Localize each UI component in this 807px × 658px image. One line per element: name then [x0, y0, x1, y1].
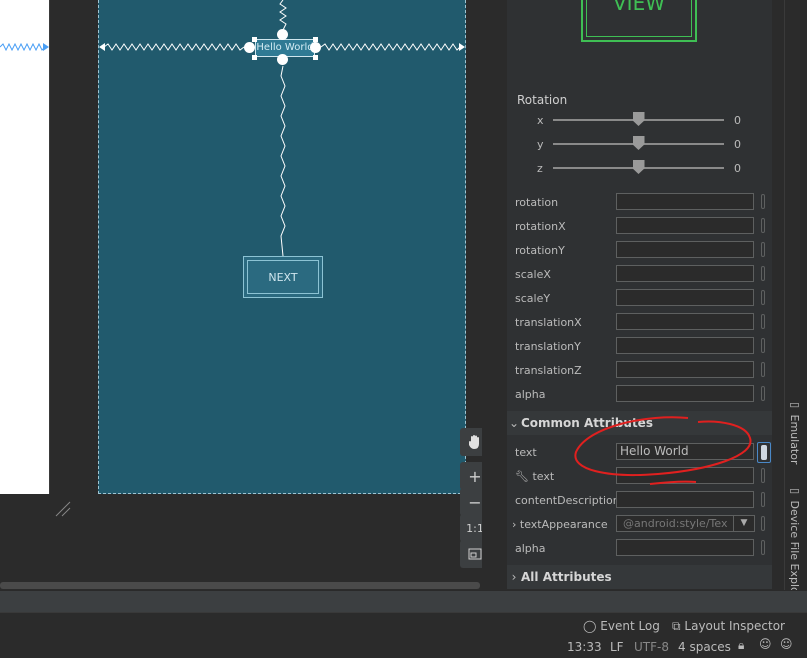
- prop-label-alpha: alpha: [515, 388, 546, 401]
- prop-label-scaleY: scaleY: [515, 292, 551, 305]
- tools-text-attr-label: 🔧︎ text: [515, 470, 554, 483]
- constraint-left-preview: [0, 42, 49, 52]
- file-encoding[interactable]: UTF-8: [634, 640, 669, 654]
- prop-resource-button-alpha[interactable]: [761, 386, 765, 401]
- next-button-label: NEXT: [247, 260, 319, 294]
- rotation-z-label: z: [537, 162, 543, 175]
- prop-resource-button-rotationX[interactable]: [761, 218, 765, 233]
- resize-handle-bottom-right[interactable]: [313, 55, 318, 60]
- prop-resource-button-translationX[interactable]: [761, 314, 765, 329]
- tools-text-label: text: [532, 470, 555, 483]
- text-appearance-resource-button[interactable]: [761, 516, 765, 531]
- bottom-tool-bar: [0, 590, 807, 613]
- resize-handle-top-left[interactable]: [252, 37, 257, 42]
- rotation-x-label: x: [537, 114, 544, 127]
- prop-field-translationY[interactable]: [616, 337, 754, 354]
- constraint-handle-right[interactable]: [310, 42, 321, 53]
- layout-inspector-button[interactable]: ⧉ Layout Inspector: [672, 619, 785, 634]
- wrench-icon: 🔧︎: [515, 470, 529, 483]
- prop-resource-button-scaleY[interactable]: [761, 290, 765, 305]
- view-preview-frame: [586, 0, 692, 37]
- prop-label-translationX: translationX: [515, 316, 582, 329]
- prop-label-translationZ: translationZ: [515, 364, 582, 377]
- right-tool-strip: ▭ Emulator ▭ Device File Explorer: [784, 0, 807, 612]
- text-attr-label: text: [515, 446, 537, 459]
- layout-inspector-icon: ⧉: [672, 619, 681, 633]
- event-log-button[interactable]: ◯ Event Log: [583, 619, 660, 633]
- emulator-icon: ▭: [788, 398, 801, 411]
- resize-handle-bottom-left[interactable]: [252, 55, 257, 60]
- content-description-label: contentDescription: [515, 494, 620, 507]
- text-appearance-label: textAppearance: [519, 518, 608, 531]
- design-preview-screen[interactable]: [0, 0, 50, 494]
- panel-gap: [482, 0, 507, 588]
- all-attributes-header[interactable]: › All Attributes: [507, 565, 772, 589]
- prop-resource-button-translationZ[interactable]: [761, 362, 765, 377]
- prop-field-rotationY[interactable]: [616, 241, 754, 258]
- event-log-icon: ◯: [583, 619, 597, 633]
- prop-resource-button-rotation[interactable]: [761, 194, 765, 209]
- prop-field-rotationX[interactable]: [616, 217, 754, 234]
- prop-field-scaleY[interactable]: [616, 289, 754, 306]
- cursor-time[interactable]: 13:33: [567, 640, 602, 654]
- common-alpha-label: alpha: [515, 542, 546, 555]
- line-separator[interactable]: LF: [610, 640, 624, 654]
- layout-inspector-label: Layout Inspector: [684, 619, 785, 633]
- indent-setting[interactable]: 4 spaces: [678, 640, 731, 654]
- event-log-label: Event Log: [600, 619, 660, 633]
- prop-label-rotationX: rotationX: [515, 220, 566, 233]
- rotation-title: Rotation: [517, 93, 568, 107]
- all-attributes-title: All Attributes: [521, 570, 612, 584]
- device-file-explorer-icon: ▭: [788, 484, 801, 497]
- rotation-x-value: 0: [734, 114, 741, 127]
- next-button[interactable]: NEXT: [243, 256, 323, 298]
- view-rotation-preview: VIEW: [581, 0, 697, 42]
- text-appearance-label-row[interactable]: › textAppearance: [512, 518, 608, 531]
- rotation-y-value: 0: [734, 138, 741, 151]
- common-alpha-resource-button[interactable]: [761, 540, 765, 555]
- constraint-handle-left[interactable]: [244, 42, 255, 53]
- prop-label-rotationY: rotationY: [515, 244, 565, 257]
- prop-resource-button-rotationY[interactable]: [761, 242, 765, 257]
- prop-label-rotation: rotation: [515, 196, 559, 209]
- constraint-handle-top[interactable]: [277, 29, 288, 40]
- prop-field-scaleX[interactable]: [616, 265, 754, 282]
- prop-field-translationX[interactable]: [616, 313, 754, 330]
- lock-icon[interactable]: 🔒︎: [738, 638, 744, 653]
- prop-label-translationY: translationY: [515, 340, 581, 353]
- prop-resource-button-translationY[interactable]: [761, 338, 765, 353]
- resize-grip-icon[interactable]: [54, 500, 72, 522]
- emulator-label: Emulator: [788, 414, 801, 465]
- text-appearance-value: @android:style/Tex: [623, 517, 728, 530]
- annotation-circle: [574, 416, 752, 485]
- prop-field-rotation[interactable]: [616, 193, 754, 210]
- common-alpha-field[interactable]: [616, 539, 754, 556]
- chevron-down-icon: ⌄: [508, 416, 520, 430]
- constraint-handle-bottom[interactable]: [277, 54, 288, 65]
- prop-field-alpha[interactable]: [616, 385, 754, 402]
- chevron-right-icon: ›: [512, 518, 517, 531]
- horizontal-scrollbar-thumb[interactable]: [0, 582, 480, 589]
- rotation-y-label: y: [537, 138, 544, 151]
- prop-label-scaleX: scaleX: [515, 268, 551, 281]
- resize-handle-top-right[interactable]: [313, 37, 318, 42]
- emulator-tab[interactable]: ▭ Emulator: [788, 398, 801, 465]
- chevron-right-icon: ›: [511, 570, 517, 584]
- smiley-icon[interactable]: ☺: [759, 637, 772, 651]
- text-appearance-dropdown-arrow-icon[interactable]: ▼: [733, 515, 755, 532]
- content-description-resource-button[interactable]: [761, 492, 765, 507]
- prop-resource-button-scaleX[interactable]: [761, 266, 765, 281]
- prop-field-translationZ[interactable]: [616, 361, 754, 378]
- rotation-z-value: 0: [734, 162, 741, 175]
- notifications-icon[interactable]: ☺: [780, 637, 793, 651]
- content-description-field[interactable]: [616, 491, 754, 508]
